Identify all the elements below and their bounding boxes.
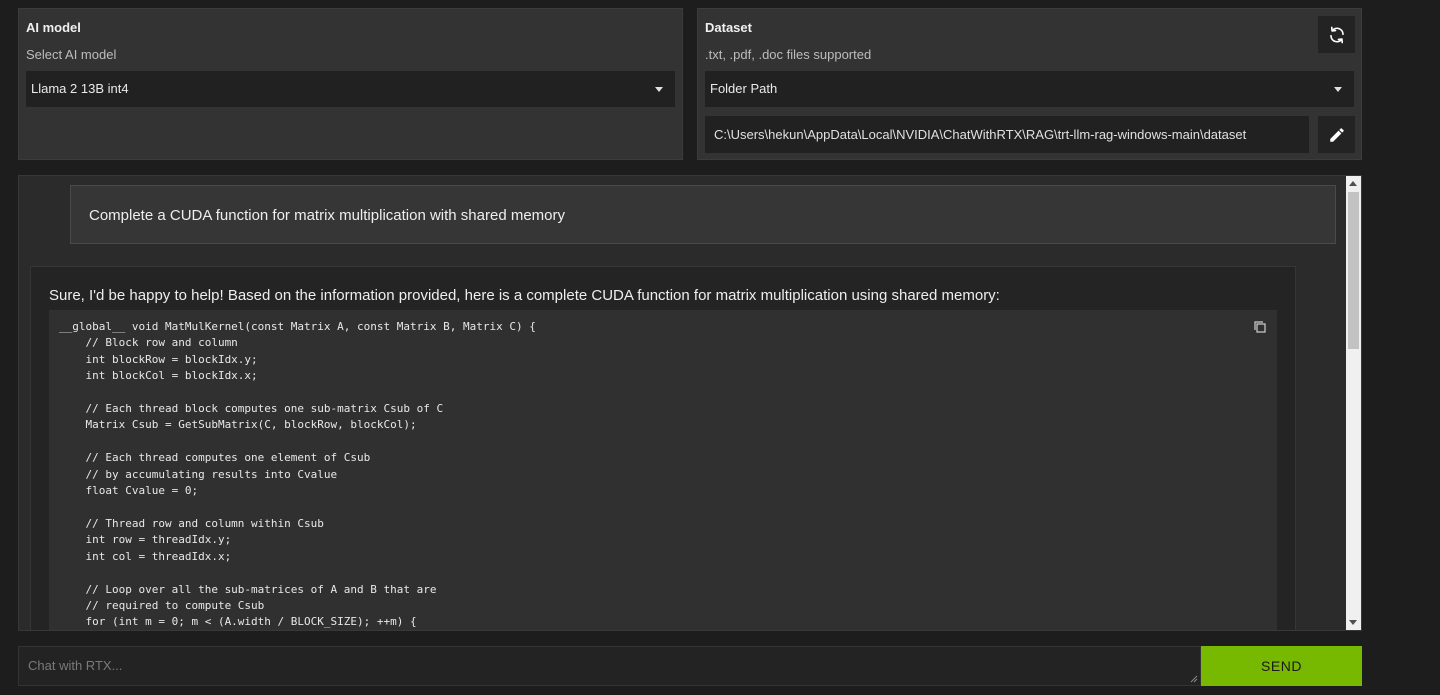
scrollbar-thumb[interactable] xyxy=(1348,192,1359,349)
dataset-path-field[interactable]: C:\Users\hekun\AppData\Local\NVIDIA\Chat… xyxy=(705,116,1309,153)
scroll-down-arrow-icon[interactable] xyxy=(1349,620,1357,625)
user-message-text: Complete a CUDA function for matrix mult… xyxy=(89,207,566,224)
code-block: __global__ void MatMulKernel(const Matri… xyxy=(49,310,1277,630)
ai-model-panel: AI model Select AI model Llama 2 13B int… xyxy=(18,8,683,160)
ai-model-dropdown[interactable]: Llama 2 13B int4 xyxy=(26,71,675,107)
dataset-subtitle: .txt, .pdf, .doc files supported xyxy=(705,47,872,62)
dataset-panel: Dataset .txt, .pdf, .doc files supported… xyxy=(697,8,1362,160)
code-text: __global__ void MatMulKernel(const Matri… xyxy=(59,320,536,629)
ai-model-subtitle: Select AI model xyxy=(26,47,117,62)
pencil-icon xyxy=(1329,127,1344,142)
copy-icon[interactable] xyxy=(1253,320,1267,334)
dataset-source-dropdown[interactable]: Folder Path xyxy=(705,71,1354,107)
chevron-down-icon xyxy=(1334,87,1342,92)
refresh-icon xyxy=(1329,26,1344,43)
dataset-title: Dataset xyxy=(705,20,752,35)
send-button[interactable]: SEND xyxy=(1201,646,1362,686)
assistant-message-text: Sure, I'd be happy to help! Based on the… xyxy=(49,287,1000,304)
refresh-dataset-button[interactable] xyxy=(1318,16,1355,53)
chat-input-placeholder: Chat with RTX... xyxy=(28,658,123,673)
dataset-selected-value: Folder Path xyxy=(710,81,778,96)
chat-input[interactable]: Chat with RTX... xyxy=(18,646,1201,686)
edit-path-button[interactable] xyxy=(1318,116,1355,153)
user-message: Complete a CUDA function for matrix mult… xyxy=(70,185,1336,244)
assistant-message: Sure, I'd be happy to help! Based on the… xyxy=(30,266,1296,630)
chevron-down-icon xyxy=(655,87,663,92)
ai-model-title: AI model xyxy=(26,20,81,35)
ai-model-selected-value: Llama 2 13B int4 xyxy=(31,81,129,96)
chat-scrollbar[interactable] xyxy=(1346,176,1361,630)
scroll-up-arrow-icon[interactable] xyxy=(1349,181,1357,186)
chat-history[interactable]: Complete a CUDA function for matrix mult… xyxy=(18,175,1362,631)
resize-handle-icon[interactable] xyxy=(1190,675,1198,683)
